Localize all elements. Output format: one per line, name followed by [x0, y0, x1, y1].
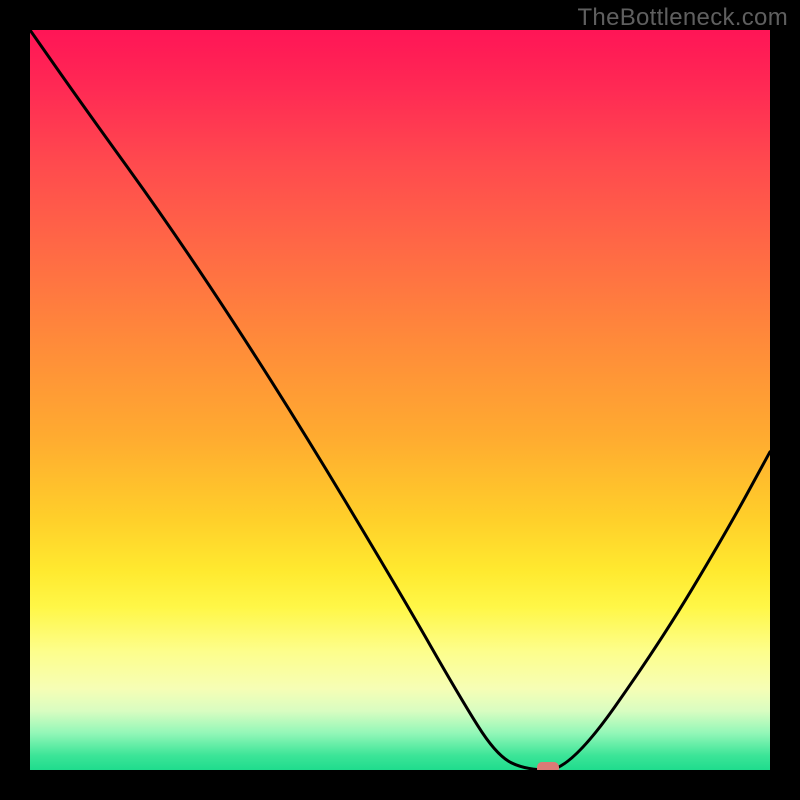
- curve-layer: [30, 30, 770, 770]
- optimal-point-marker: [537, 762, 559, 770]
- watermark-text: TheBottleneck.com: [577, 4, 788, 32]
- plot-area: [30, 30, 770, 770]
- chart-frame: TheBottleneck.com: [0, 0, 800, 800]
- bottleneck-curve: [30, 30, 770, 770]
